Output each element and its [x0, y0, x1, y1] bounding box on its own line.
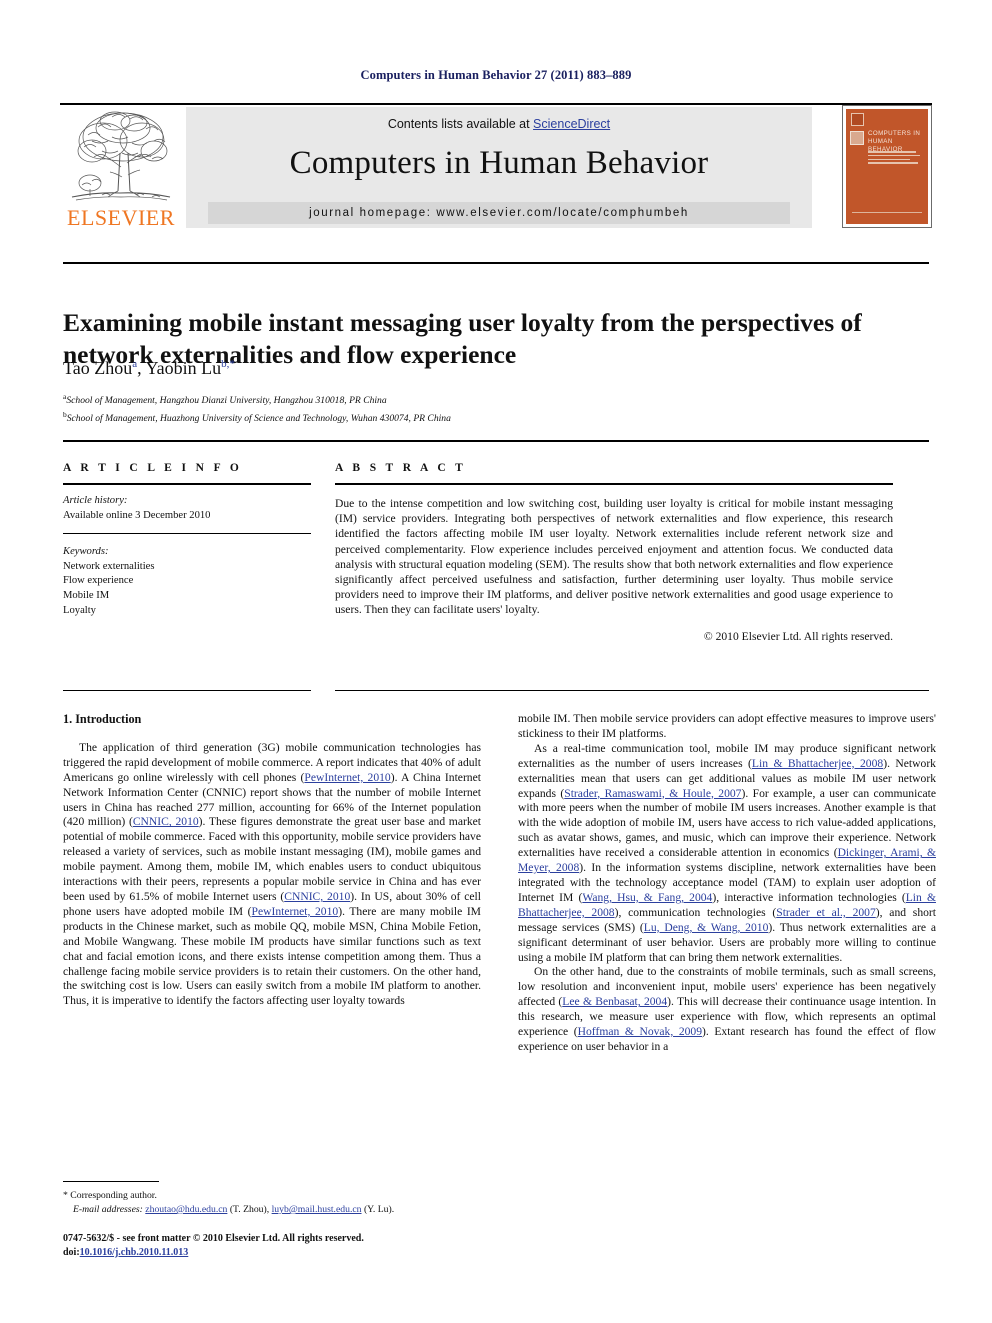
- doi-link[interactable]: 10.1016/j.chb.2010.11.013: [80, 1247, 189, 1258]
- keywords-block: Keywords: Network externalities Flow exp…: [63, 545, 311, 618]
- email-label: E-mail addresses:: [73, 1204, 143, 1215]
- journal-title: Computers in Human Behavior: [289, 145, 709, 181]
- elsevier-tree-icon: [71, 111, 171, 201]
- affiliations: aSchool of Management, Hangzhou Dianzi U…: [63, 390, 893, 425]
- cover-subtitle-lines: [868, 151, 922, 166]
- journal-masthead: ELSEVIER Contents lists available at Sci…: [60, 103, 932, 230]
- citation-link[interactable]: PewInternet, 2010: [252, 905, 339, 918]
- citation-link[interactable]: Strader et al., 2007: [776, 906, 876, 919]
- affiliation-a: aSchool of Management, Hangzhou Dianzi U…: [63, 390, 893, 408]
- keyword-item: Mobile IM: [63, 589, 110, 601]
- paragraph-right-1: mobile IM. Then mobile service providers…: [518, 712, 936, 742]
- footnote-block: * Corresponding author. E-mail addresses…: [63, 1181, 481, 1216]
- text-run: mobile IM. Then mobile service providers…: [518, 712, 936, 740]
- keyword-item: Network externalities: [63, 560, 155, 572]
- article-history: Article history: Available online 3 Dece…: [63, 494, 311, 523]
- paper-page: Computers in Human Behavior 27 (2011) 88…: [0, 0, 992, 1323]
- email-owner-2: (Y. Lu).: [361, 1204, 395, 1215]
- affiliation-a-text: School of Management, Hangzhou Dianzi Un…: [66, 395, 387, 407]
- text-run: ). There are many mobile IM products in …: [63, 904, 481, 1008]
- author-list: Tao Zhoua, Yaobin Lub,*: [63, 358, 235, 378]
- citation-link[interactable]: Lu, Deng, & Wang, 2010: [644, 921, 769, 934]
- abstract-heading: A B S T R A C T: [335, 462, 467, 474]
- keyword-item: Loyalty: [63, 604, 96, 616]
- cover-badge-icon: [851, 113, 864, 126]
- info-bottom-rule: [63, 690, 311, 691]
- email-link-2[interactable]: luyb@mail.hust.edu.cn: [272, 1204, 362, 1215]
- corresponding-author-note: * Corresponding author.: [63, 1190, 157, 1201]
- cover-divider: [852, 211, 922, 213]
- article-info-block: A R T I C L E I N F O Article history: A…: [63, 462, 311, 618]
- citation-link[interactable]: Hoffman & Novak, 2009: [578, 1025, 702, 1038]
- keyword-item: Flow experience: [63, 575, 134, 587]
- email-link-1[interactable]: zhoutao@hdu.edu.cn: [145, 1204, 227, 1215]
- sciencedirect-link[interactable]: ScienceDirect: [533, 117, 610, 131]
- article-info-heading: A R T I C L E I N F O: [63, 462, 243, 474]
- author-name-2: Yaobin Lu: [145, 358, 222, 378]
- body-column-left: 1. Introduction The application of third…: [63, 712, 481, 1009]
- email-owner-1: (T. Zhou),: [227, 1204, 272, 1215]
- abstract-bottom-rule: [335, 690, 929, 691]
- author-affil-marker-2: b,*: [221, 358, 235, 370]
- abstract-section-top-rule: [63, 440, 929, 442]
- citation-link[interactable]: CNNIC, 2010: [133, 815, 199, 828]
- text-run: ), interactive information technologies …: [712, 890, 906, 904]
- contents-prefix: Contents lists available at: [387, 117, 534, 131]
- journal-cover-thumbnail: COMPUTERS IN HUMAN BEHAVIOR: [842, 105, 932, 228]
- elsevier-wordmark: ELSEVIER: [67, 205, 175, 230]
- paragraph-right-3: On the other hand, due to the constraint…: [518, 965, 936, 1054]
- doi-line: doi:10.1016/j.chb.2010.11.013: [63, 1246, 523, 1260]
- paragraph-right-2: As a real-time communication tool, mobil…: [518, 742, 936, 966]
- citation-link[interactable]: Strader, Ramaswami, & Houle, 2007: [564, 787, 741, 800]
- abstract-text: Due to the intense competition and low s…: [335, 497, 893, 617]
- footnote-rule: [63, 1181, 159, 1182]
- citation-link[interactable]: Lee & Benbasat, 2004: [562, 995, 667, 1008]
- body-column-right: mobile IM. Then mobile service providers…: [518, 712, 936, 1055]
- masthead-center-box: Contents lists available at ScienceDirec…: [186, 107, 812, 228]
- article-history-label: Article history:: [63, 495, 128, 506]
- email-addresses-note: E-mail addresses: zhoutao@hdu.edu.cn (T.…: [63, 1203, 481, 1216]
- doi-label: doi:: [63, 1246, 80, 1258]
- section-heading-introduction: 1. Introduction: [63, 712, 142, 726]
- abstract-block: A B S T R A C T Due to the intense compe…: [335, 462, 893, 643]
- author-name-1: Tao Zhou: [63, 358, 133, 378]
- journal-cover-art: COMPUTERS IN HUMAN BEHAVIOR: [846, 109, 928, 224]
- running-head: Computers in Human Behavior 27 (2011) 88…: [360, 68, 632, 82]
- article-info-rule: [63, 483, 311, 485]
- contents-line: Contents lists available at ScienceDirec…: [186, 117, 812, 131]
- text-run: ), communication technologies (: [614, 905, 777, 919]
- issn-footer: 0747-5632/$ - see front matter © 2010 El…: [63, 1232, 523, 1259]
- abstract-rule: [335, 483, 893, 485]
- keywords-divider: [63, 533, 311, 535]
- affiliation-b: bSchool of Management, Huazhong Universi…: [63, 408, 893, 426]
- author-affil-marker-1: a: [132, 358, 138, 370]
- citation-link[interactable]: CNNIC, 2010: [284, 890, 350, 903]
- citation-link[interactable]: Wang, Hsu, & Fang, 2004: [582, 891, 712, 904]
- article-history-value: Available online 3 December 2010: [63, 509, 211, 521]
- citation-link[interactable]: Lin & Bhattacherjee, 2008: [752, 757, 883, 770]
- title-top-rule: [63, 262, 929, 264]
- citation-link[interactable]: PewInternet, 2010: [304, 771, 390, 784]
- journal-homepage-text[interactable]: journal homepage: www.elsevier.com/locat…: [309, 207, 689, 219]
- affiliation-b-text: School of Management, Huazhong Universit…: [66, 412, 451, 424]
- paragraph-intro-1: The application of third generation (3G)…: [63, 741, 481, 1009]
- cover-emblem-icon: [850, 131, 864, 145]
- masthead-top-rule: [60, 103, 932, 105]
- abstract-copyright: © 2010 Elsevier Ltd. All rights reserved…: [703, 629, 893, 643]
- journal-homepage-bar: journal homepage: www.elsevier.com/locat…: [208, 202, 790, 224]
- elsevier-logo: ELSEVIER: [60, 107, 182, 230]
- issn-line: 0747-5632/$ - see front matter © 2010 El…: [63, 1233, 364, 1244]
- keywords-label: Keywords:: [63, 546, 109, 558]
